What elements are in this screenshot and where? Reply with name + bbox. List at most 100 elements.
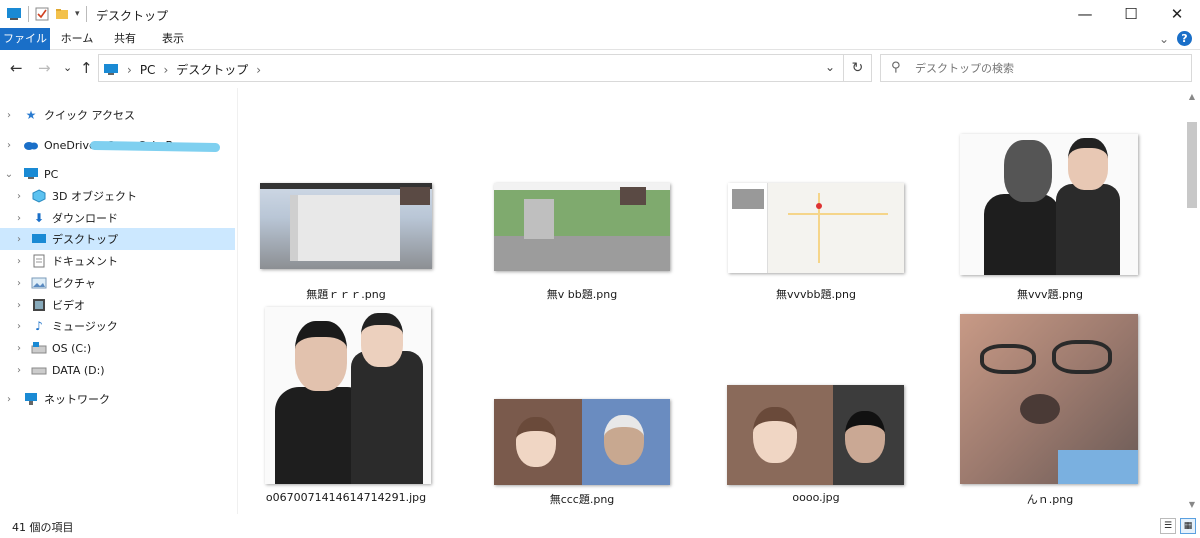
- sidebar-item-drive-c[interactable]: › OS (C:): [0, 337, 235, 359]
- sidebar-item-label: DATA (D:): [52, 363, 105, 377]
- sidebar-item-pc[interactable]: ⌄ PC: [0, 163, 235, 185]
- recent-locations-button[interactable]: ⌄: [63, 61, 72, 74]
- expand-chevron-icon[interactable]: ›: [14, 278, 24, 289]
- minimize-button[interactable]: —: [1062, 0, 1108, 28]
- item-count: 41 個の項目: [12, 521, 74, 534]
- expand-chevron-icon[interactable]: ›: [4, 394, 14, 405]
- sidebar-item-desktop[interactable]: › デスクトップ: [0, 228, 235, 250]
- drive-icon: [30, 340, 48, 356]
- back-button[interactable]: ←: [10, 59, 23, 77]
- expand-chevron-icon[interactable]: ›: [14, 213, 24, 224]
- search-input[interactable]: [915, 59, 1175, 77]
- sidebar-item-label: OS (C:): [52, 341, 92, 355]
- new-folder-icon[interactable]: [55, 7, 69, 21]
- vertical-scrollbar[interactable]: ▲ ▼: [1184, 88, 1200, 514]
- toolbar-separator: [28, 6, 29, 22]
- expand-chevron-icon[interactable]: ›: [4, 140, 14, 151]
- expand-chevron-icon[interactable]: ›: [14, 365, 24, 376]
- sidebar-item-quick-access[interactable]: › ★ クイック アクセス: [0, 104, 235, 126]
- sidebar-item-videos[interactable]: › ビデオ: [0, 294, 235, 316]
- file-thumbnail: [960, 134, 1138, 275]
- search-icon: ⚲: [891, 60, 901, 75]
- file-name: 無vvv題.png: [1017, 288, 1083, 301]
- scroll-down-arrow-icon[interactable]: ▼: [1187, 500, 1197, 509]
- sidebar-item-label: ドキュメント: [52, 255, 118, 268]
- window-title: デスクトップ: [96, 9, 169, 23]
- address-bar[interactable]: › PC › デスクトップ › ⌄ ↻: [98, 54, 872, 82]
- sidebar-item-pictures[interactable]: › ピクチャ: [0, 272, 235, 294]
- tab-view[interactable]: 表示: [152, 28, 194, 50]
- sidebar-item-label: ミュージック: [52, 320, 118, 333]
- sidebar-item-3d-objects[interactable]: › 3D オブジェクト: [0, 185, 235, 207]
- expand-chevron-icon[interactable]: ›: [14, 343, 24, 354]
- breadcrumb: › PC › デスクトップ ›: [103, 61, 261, 78]
- drive-icon: [30, 362, 48, 378]
- file-thumbnail: [260, 183, 432, 269]
- help-icon[interactable]: ?: [1177, 31, 1192, 46]
- breadcrumb-item-pc[interactable]: PC: [140, 63, 156, 77]
- title-bar: ▾ デスクトップ — ☐ ✕: [0, 0, 1200, 28]
- tab-home[interactable]: ホーム: [54, 28, 100, 50]
- status-bar: 41 個の項目 ☰ ▦: [0, 514, 1200, 538]
- pc-icon: [104, 63, 118, 75]
- tab-file[interactable]: ファイル: [0, 28, 50, 50]
- sidebar-item-music[interactable]: › ♪ ミュージック: [0, 315, 235, 337]
- file-thumbnail: [494, 183, 670, 271]
- expand-chevron-icon[interactable]: ›: [4, 110, 14, 121]
- desktop-icon: [30, 231, 48, 247]
- star-icon: ★: [25, 108, 37, 122]
- search-box[interactable]: ⚲: [880, 54, 1192, 82]
- close-button[interactable]: ✕: [1154, 0, 1200, 28]
- sidebar-item-documents[interactable]: › ドキュメント: [0, 250, 235, 272]
- breadcrumb-item-desktop[interactable]: デスクトップ: [176, 61, 248, 78]
- file-list-view: 無題ｒｒｒ.png 無v bb題.png 無vvvbb題.png 無vvv題.p…: [240, 88, 1184, 514]
- sidebar-item-downloads[interactable]: › ⬇ ダウンロード: [0, 207, 235, 229]
- properties-icon[interactable]: [35, 7, 49, 21]
- file-name: o0670071414614714291.jpg: [265, 491, 427, 504]
- window-app-icon: [7, 8, 21, 20]
- tab-share[interactable]: 共有: [104, 28, 146, 50]
- sidebar-item-label: ネットワーク: [44, 393, 110, 406]
- file-thumbnail: [265, 307, 431, 484]
- refresh-button[interactable]: ↻: [843, 55, 871, 81]
- video-icon: [30, 297, 48, 313]
- navigation-bar: ← → ⌄ ↑ › PC › デスクトップ › ⌄ ↻ ⚲: [0, 50, 1200, 86]
- file-name: 無題ｒｒｒ.png: [306, 288, 386, 301]
- cloud-icon: [22, 137, 40, 153]
- view-toggle: ☰ ▦: [1160, 518, 1196, 534]
- expand-chevron-icon[interactable]: ›: [14, 234, 24, 245]
- sidebar-item-label: ダウンロード: [52, 212, 118, 225]
- sidebar-item-label: ビデオ: [52, 299, 85, 312]
- large-icons-view-button[interactable]: ▦: [1180, 518, 1196, 534]
- file-name: 無ccc題.png: [549, 493, 615, 506]
- navigation-pane: › ★ クイック アクセス › OneDrive - Coca-Cola B ⌄…: [0, 88, 238, 514]
- music-icon: ♪: [35, 319, 43, 333]
- window-controls: — ☐ ✕: [1062, 0, 1200, 28]
- file-thumbnail: [494, 399, 670, 485]
- expand-chevron-icon[interactable]: ›: [14, 300, 24, 311]
- sidebar-item-drive-d[interactable]: › DATA (D:): [0, 359, 235, 381]
- sidebar-item-label: PC: [44, 167, 59, 181]
- scrollbar-thumb[interactable]: [1187, 122, 1197, 208]
- up-button[interactable]: ↑: [80, 59, 93, 77]
- address-dropdown-chevron-icon[interactable]: ⌄: [825, 60, 835, 74]
- collapse-chevron-icon[interactable]: ⌄: [4, 169, 14, 180]
- file-thumbnail: [960, 314, 1138, 484]
- maximize-button[interactable]: ☐: [1108, 0, 1154, 28]
- pc-icon: [22, 166, 40, 182]
- forward-button[interactable]: →: [38, 59, 51, 77]
- details-view-button[interactable]: ☰: [1160, 518, 1176, 534]
- expand-chevron-icon[interactable]: ›: [14, 256, 24, 267]
- network-icon: [22, 391, 40, 407]
- customize-qa-chevron-icon[interactable]: ▾: [75, 9, 80, 19]
- file-thumbnail: [728, 183, 904, 273]
- download-icon: ⬇: [33, 211, 45, 225]
- expand-chevron-icon[interactable]: ›: [14, 191, 24, 202]
- sidebar-item-label: クイック アクセス: [44, 109, 135, 122]
- sidebar-item-label: 3D オブジェクト: [52, 190, 137, 203]
- ribbon-expand-chevron-icon[interactable]: ⌄: [1159, 32, 1169, 46]
- expand-chevron-icon[interactable]: ›: [14, 321, 24, 332]
- file-name: oooo.jpg: [792, 491, 840, 504]
- scroll-up-arrow-icon[interactable]: ▲: [1187, 92, 1197, 101]
- sidebar-item-network[interactable]: › ネットワーク: [0, 388, 235, 410]
